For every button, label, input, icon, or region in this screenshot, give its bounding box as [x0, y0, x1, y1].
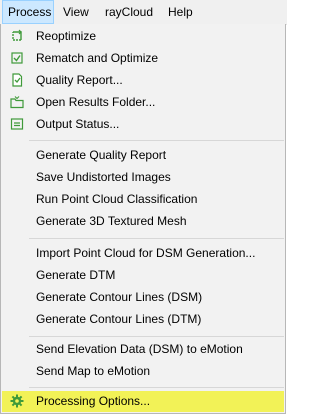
menu-item-label: Generate Quality Report — [36, 148, 167, 162]
menu-item-label: Generate DTM — [36, 268, 116, 282]
menu-item-label: Generate 3D Textured Mesh — [36, 214, 187, 228]
menubar-help[interactable]: Help — [163, 0, 203, 24]
menu-separator — [29, 336, 284, 337]
menu-item-import-point-cloud-dsm[interactable]: Import Point Cloud for DSM Generation... — [2, 242, 285, 264]
menu-item-quality-report[interactable]: Quality Report... — [2, 69, 285, 91]
menu-item-save-undistorted-images[interactable]: Save Undistorted Images — [2, 166, 285, 188]
menu-item-generate-dtm[interactable]: Generate DTM — [2, 264, 285, 286]
menu-item-label: Run Point Cloud Classification — [36, 192, 198, 206]
gear-icon — [10, 394, 24, 408]
menu-item-label: Reoptimize — [36, 29, 97, 43]
menubar-view[interactable]: View — [58, 0, 94, 24]
menu-separator — [29, 140, 284, 141]
reoptimize-icon — [10, 29, 24, 43]
menubar-process[interactable]: Process — [2, 0, 54, 24]
menu-bar: Process View rayCloud Help — [0, 0, 287, 25]
menu-item-label: Send Elevation Data (DSM) to eMotion — [36, 342, 243, 356]
menu-item-label: Import Point Cloud for DSM Generation... — [36, 246, 256, 260]
report-document-icon — [10, 73, 24, 87]
folder-icon — [10, 95, 24, 109]
menubar-raycloud[interactable]: rayCloud — [100, 0, 166, 24]
menu-item-label: Generate Contour Lines (DTM) — [36, 312, 202, 326]
menu-item-open-results-folder[interactable]: Open Results Folder... — [2, 91, 285, 113]
menu-item-label: Processing Options... — [36, 394, 151, 408]
menu-item-generate-3d-textured-mesh[interactable]: Generate 3D Textured Mesh — [2, 210, 285, 232]
menu-item-label: Quality Report... — [36, 73, 123, 87]
menu-item-generate-contour-lines-dtm[interactable]: Generate Contour Lines (DTM) — [2, 308, 285, 330]
rematch-icon — [10, 51, 24, 65]
menu-item-rematch-and-optimize[interactable]: Rematch and Optimize — [2, 47, 285, 69]
menu-item-send-elevation-data-emotion[interactable]: Send Elevation Data (DSM) to eMotion — [2, 338, 285, 360]
menu-item-label: Rematch and Optimize — [36, 51, 159, 65]
menu-item-send-map-emotion[interactable]: Send Map to eMotion — [2, 360, 285, 382]
menu-item-label: Save Undistorted Images — [36, 170, 171, 184]
menu-item-generate-quality-report[interactable]: Generate Quality Report — [2, 144, 285, 166]
menu-item-reoptimize[interactable]: Reoptimize — [2, 25, 285, 47]
menu-item-label: Generate Contour Lines (DSM) — [36, 290, 203, 304]
menu-item-processing-options[interactable]: Processing Options... — [2, 391, 284, 412]
menu-item-label: Open Results Folder... — [36, 95, 156, 109]
process-dropdown-menu: Reoptimize Rematch and Optimize Quality … — [0, 24, 286, 414]
menu-item-output-status[interactable]: Output Status... — [2, 113, 285, 135]
menu-item-label: Output Status... — [36, 117, 120, 131]
menu-separator — [29, 387, 284, 388]
menu-item-generate-contour-lines-dsm[interactable]: Generate Contour Lines (DSM) — [2, 286, 285, 308]
menu-separator — [29, 238, 284, 239]
output-status-icon — [10, 117, 24, 131]
menu-item-label: Send Map to eMotion — [36, 364, 151, 378]
menu-item-run-point-cloud-classification[interactable]: Run Point Cloud Classification — [2, 188, 285, 210]
